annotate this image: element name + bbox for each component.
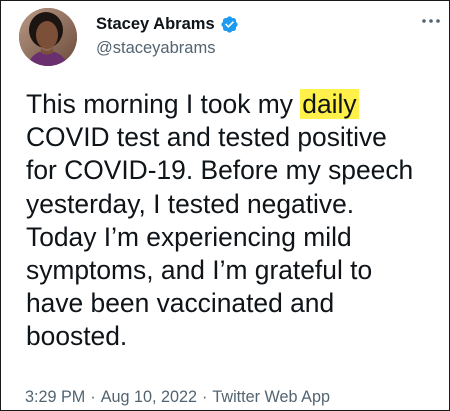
highlighted-word: daily — [300, 89, 359, 119]
tweet-text-line: have been vaccinated and — [26, 288, 335, 319]
verified-badge-icon — [220, 15, 239, 34]
author-handle[interactable]: @staceyabrams — [96, 39, 215, 58]
author-name-row: Stacey Abrams — [96, 14, 239, 34]
tweet-card: Stacey Abrams @staceyabrams This morning… — [0, 0, 450, 411]
separator: · — [202, 388, 208, 406]
avatar[interactable] — [19, 8, 77, 66]
tweet-text-line: symptoms, and I’m grateful to — [26, 255, 373, 286]
tweet-text: This morning I took my daily COVID test … — [26, 88, 446, 354]
tweet-text-line: Today I’m experiencing mild — [26, 221, 352, 252]
tweet-time[interactable]: 3:29 PM — [25, 388, 85, 406]
tweet-text-line: yesterday, I tested negative. — [26, 188, 355, 219]
tweet-text-line: COVID test and tested positive — [26, 122, 387, 153]
tweet-text-line: boosted. — [26, 321, 128, 352]
tweet-text-segment: This morning I took my — [26, 89, 301, 119]
tweet-date[interactable]: Aug 10, 2022 — [101, 388, 197, 406]
more-options-icon[interactable] — [420, 14, 442, 28]
author-display-name[interactable]: Stacey Abrams — [96, 15, 215, 34]
tweet-source: Twitter Web App — [212, 388, 330, 406]
tweet-metadata: 3:29 PM · Aug 10, 2022 · Twitter Web App — [25, 388, 330, 407]
separator: · — [90, 388, 96, 406]
tweet-text-line: for COVID-19. Before my speech — [26, 155, 414, 186]
tweet-text-line: This morning I took my daily — [26, 88, 446, 121]
avatar-image — [19, 8, 77, 66]
